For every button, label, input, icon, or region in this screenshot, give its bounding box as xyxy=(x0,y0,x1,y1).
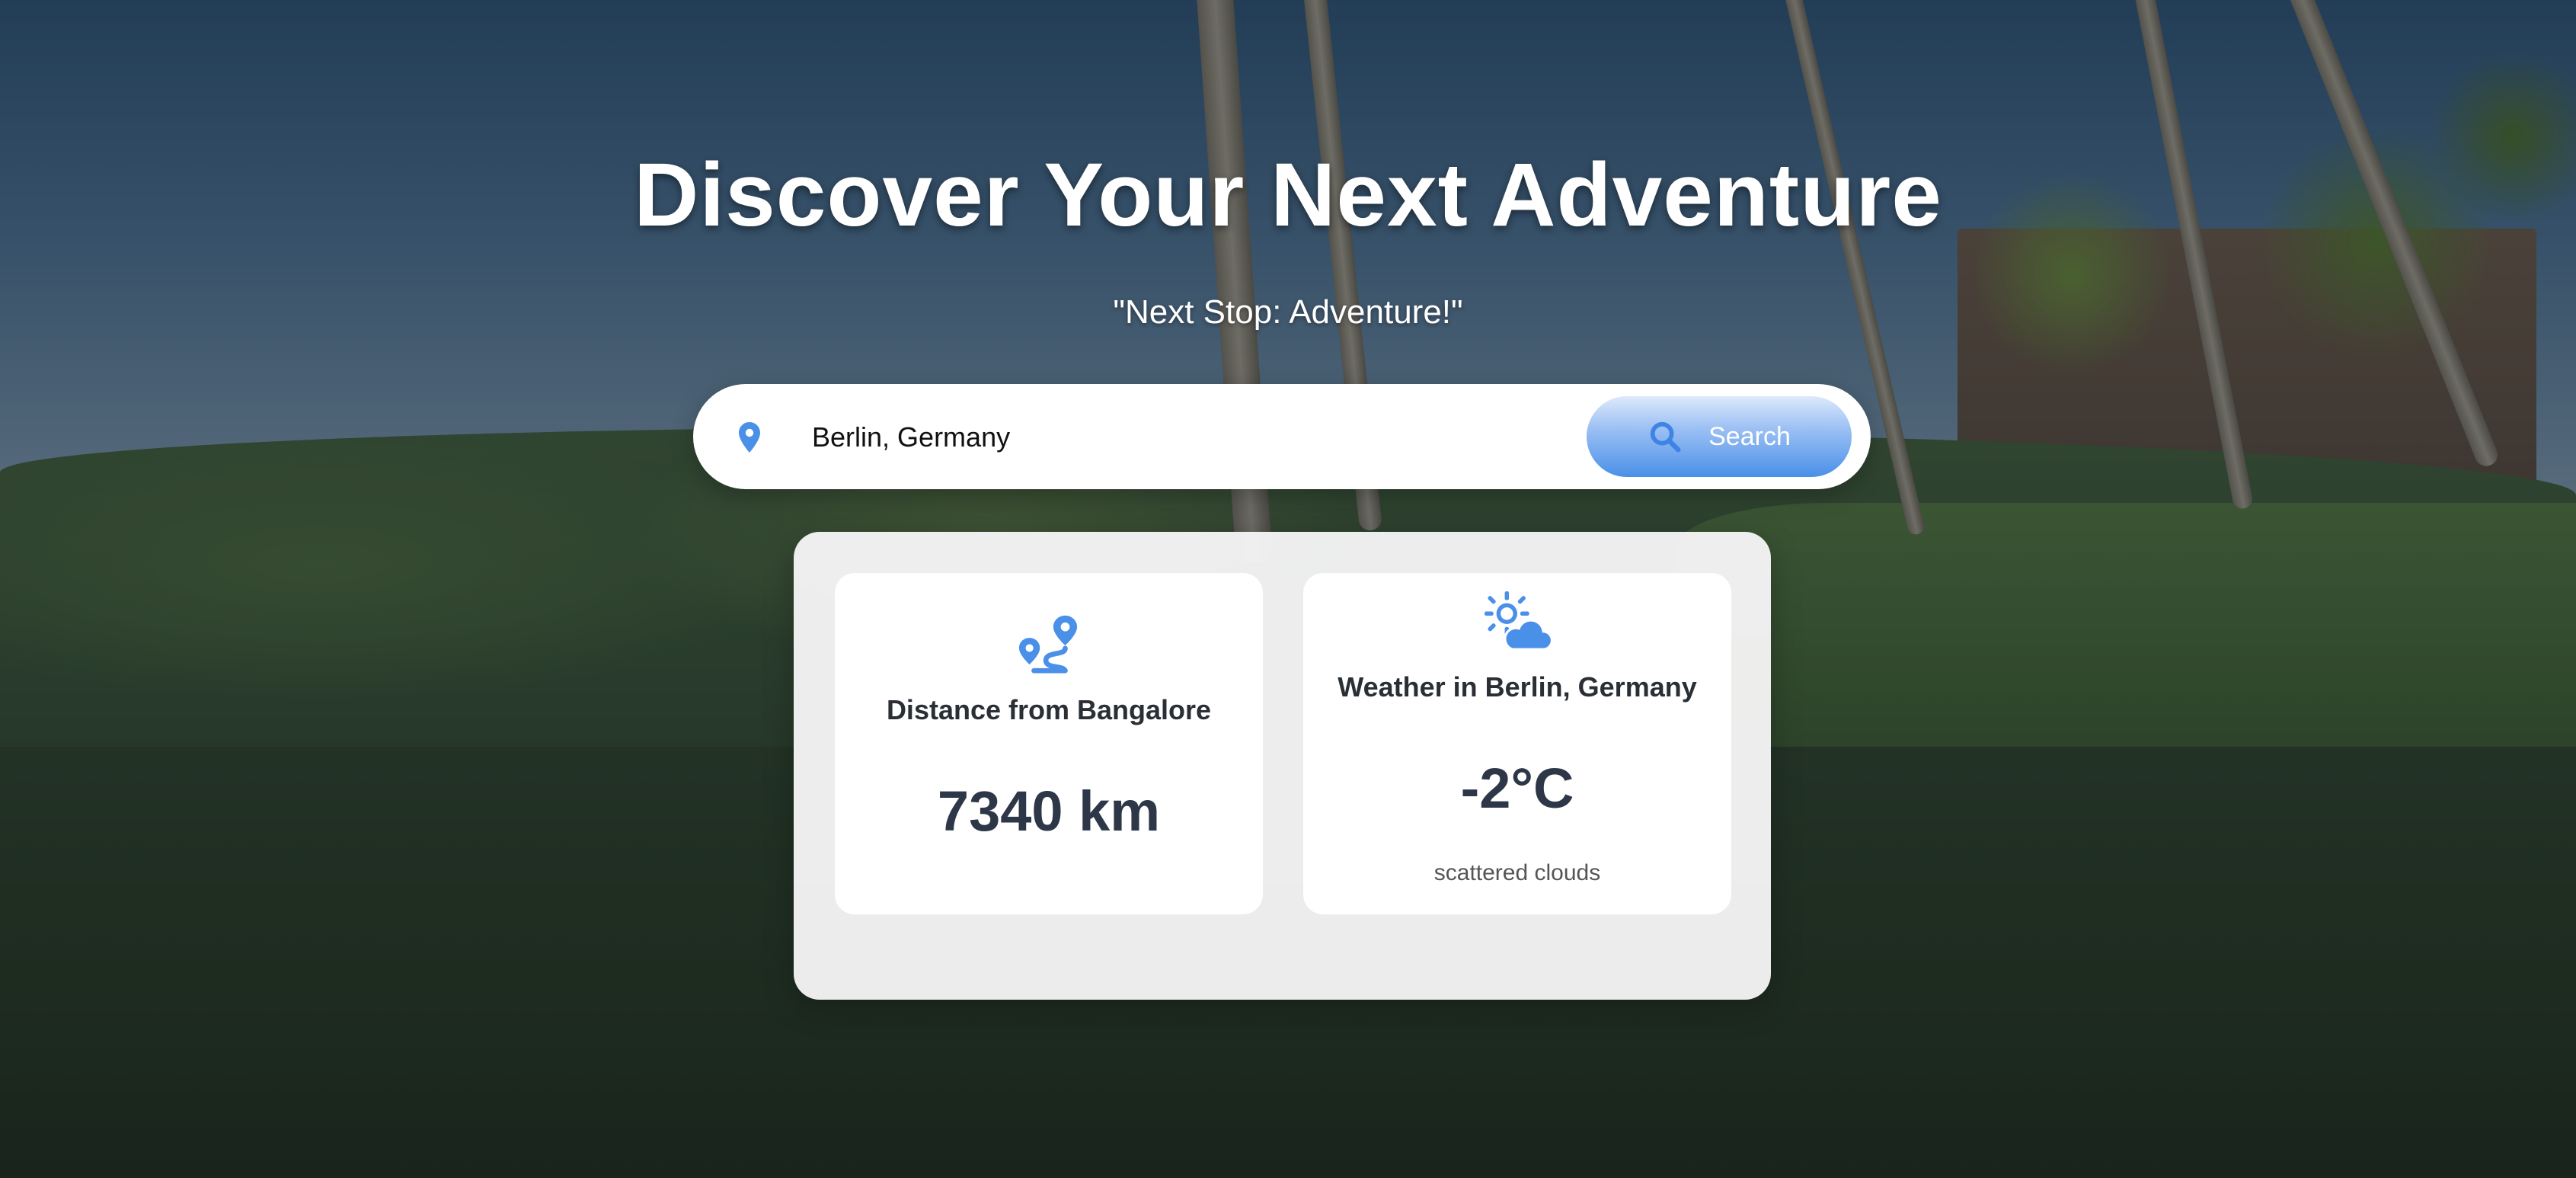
search-input[interactable] xyxy=(810,410,1484,465)
temperature-value: -2°C xyxy=(1460,757,1574,820)
map-pin-icon xyxy=(731,419,768,456)
weather-description: scattered clouds xyxy=(1433,860,1601,885)
page-title: Discover Your Next Adventure xyxy=(634,145,1942,245)
results-panel: Distance from Bangalore 7340 km Weather … xyxy=(794,532,1771,1000)
search-button[interactable]: Search xyxy=(1587,396,1852,477)
distance-card: Distance from Bangalore 7340 km xyxy=(835,573,1263,914)
partly-cloudy-icon xyxy=(1303,590,1731,655)
weather-card: Weather in Berlin, Germany -2°C scattere… xyxy=(1303,573,1731,914)
weather-title: Weather in Berlin, Germany xyxy=(1338,671,1697,703)
search-icon xyxy=(1648,419,1683,454)
search-button-label: Search xyxy=(1708,421,1791,451)
distance-value: 7340 km xyxy=(937,779,1161,843)
distance-title: Distance from Bangalore xyxy=(886,694,1212,725)
page-subtitle: "Next Stop: Adventure!" xyxy=(1113,293,1463,331)
route-icon xyxy=(835,611,1263,677)
page: Discover Your Next Adventure "Next Stop:… xyxy=(0,0,2576,1178)
search-bar: Search xyxy=(693,384,1871,489)
